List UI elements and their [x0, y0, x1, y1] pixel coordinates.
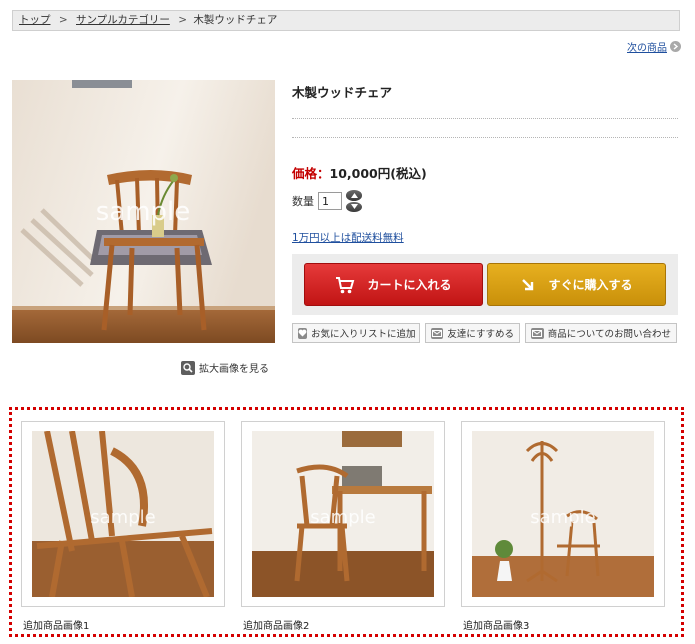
breadcrumb-link-category[interactable]: サンプルカテゴリー	[76, 14, 170, 26]
additional-image-1[interactable]: sample	[21, 421, 225, 607]
additional-image-2-caption: 追加商品画像2	[243, 621, 310, 632]
add-to-wishlist-label: お気に入りリストに追加	[311, 329, 416, 340]
quantity-stepper[interactable]	[346, 190, 362, 212]
breadcrumb-separator: >	[178, 14, 188, 26]
add-to-wishlist-button[interactable]: お気に入りリストに追加	[292, 323, 420, 343]
price-label: 価格：	[292, 166, 330, 181]
cart-icon	[336, 276, 355, 293]
divider	[292, 118, 678, 119]
additional-image-2[interactable]: sample	[241, 421, 445, 607]
quantity-row: 数量	[292, 190, 362, 212]
additional-image-2-watermark: sample	[310, 507, 375, 528]
add-to-cart-button[interactable]: カートに入れる	[304, 263, 483, 306]
breadcrumb-current: 木製ウッドチェア	[193, 14, 278, 26]
price-row: 価格：10,000円(税込)	[292, 163, 427, 182]
divider	[292, 137, 678, 138]
quantity-input[interactable]	[318, 192, 342, 210]
additional-image-3-caption: 追加商品画像3	[463, 621, 530, 632]
quantity-label: 数量	[292, 195, 314, 208]
buy-now-button[interactable]: すぐに購入する	[487, 263, 666, 306]
decrement-icon[interactable]	[346, 201, 362, 212]
recommend-to-friend-label: 友達にすすめる	[447, 329, 514, 340]
additional-images-section: sample 追加商品画像1 sample 追加商品画像2 sample 追加商…	[9, 407, 684, 637]
additional-image-3[interactable]: sample	[461, 421, 665, 607]
main-image-watermark: sample	[96, 197, 191, 227]
zoom-image-label[interactable]: 拡大画像を見る	[199, 360, 269, 375]
chevron-right-icon	[670, 41, 681, 52]
magnifier-icon	[181, 360, 195, 375]
next-product-label[interactable]: 次の商品	[627, 39, 667, 54]
additional-image-1-watermark: sample	[90, 507, 155, 528]
cart-actions: カートに入れる すぐに購入する	[292, 254, 678, 315]
product-inquiry-button[interactable]: 商品についてのお問い合わせ	[525, 323, 677, 343]
breadcrumb-link-top[interactable]: トップ	[19, 14, 51, 26]
price-value: 10,000円(税込)	[329, 166, 427, 181]
secondary-actions: お気に入りリストに追加 友達にすすめる 商品についてのお問い合わせ	[292, 323, 677, 343]
breadcrumb: トップ > サンプルカテゴリー > 木製ウッドチェア	[12, 10, 680, 31]
product-inquiry-label: 商品についてのお問い合わせ	[547, 329, 671, 340]
mail-icon	[531, 327, 544, 339]
arrow-down-right-icon	[522, 278, 534, 290]
buy-now-label: すぐに購入する	[548, 278, 633, 292]
free-shipping-link[interactable]: 1万円以上は配送料無料	[292, 230, 404, 245]
main-product-image[interactable]: sample	[12, 80, 275, 343]
next-product-link[interactable]: 次の商品	[627, 39, 681, 54]
zoom-image-link[interactable]: 拡大画像を見る	[181, 360, 269, 375]
heart-icon	[298, 327, 307, 339]
mail-icon	[431, 327, 444, 339]
increment-icon[interactable]	[346, 190, 362, 201]
additional-image-3-watermark: sample	[530, 507, 595, 528]
product-title: 木製ウッドチェア	[292, 85, 393, 100]
additional-image-1-caption: 追加商品画像1	[23, 621, 90, 632]
recommend-to-friend-button[interactable]: 友達にすすめる	[425, 323, 520, 343]
breadcrumb-separator: >	[58, 14, 68, 26]
add-to-cart-label: カートに入れる	[367, 278, 452, 292]
